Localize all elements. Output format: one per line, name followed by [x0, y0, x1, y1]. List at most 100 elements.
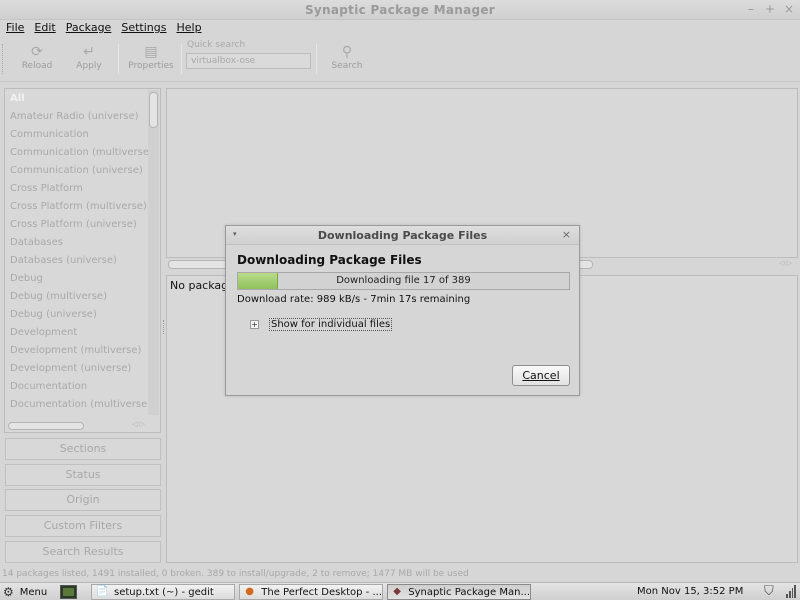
synaptic-window: Synaptic Package Manager – + × File Edit… — [0, 0, 800, 582]
toolbar-separator — [316, 44, 317, 74]
task-label: Synaptic Package Man... — [408, 586, 530, 598]
menu-settings[interactable]: Settings — [121, 20, 166, 36]
origin-button[interactable]: Origin — [5, 489, 161, 511]
signal-bar — [786, 594, 788, 598]
task-synaptic[interactable]: ◆ Synaptic Package Man... — [387, 584, 531, 600]
properties-label: Properties — [128, 61, 174, 71]
start-menu-button[interactable]: ⚙ Menu — [3, 584, 47, 600]
start-menu-label: Menu — [19, 586, 48, 598]
category-item[interactable]: Cross Platform (multiverse) — [6, 198, 149, 216]
minimize-button[interactable]: – — [746, 2, 756, 16]
signal-bar — [791, 588, 794, 598]
category-item[interactable]: Development (multiverse) — [6, 342, 149, 360]
menu-help-label: Help — [176, 21, 202, 34]
sections-button[interactable]: Sections — [5, 438, 161, 460]
clock[interactable]: Mon Nov 15, 3:52 PM — [637, 586, 743, 597]
category-item[interactable]: Cross Platform (universe) — [6, 216, 149, 234]
status-button[interactable]: Status — [5, 464, 161, 486]
category-item[interactable]: Documentation — [6, 378, 149, 396]
reload-button[interactable]: ⟳ Reload — [16, 43, 58, 79]
menu-help[interactable]: Help — [176, 20, 201, 36]
toolbar-grip[interactable] — [2, 44, 5, 74]
toolbar-separator — [181, 44, 182, 74]
category-list: All Amateur Radio (universe) Communication… — [4, 88, 161, 433]
category-item[interactable]: All — [6, 90, 149, 108]
network-signal-icon[interactable] — [786, 585, 796, 598]
firefox-icon: ● — [245, 586, 254, 597]
download-rate-text: Download rate: 989 kB/s - 7min 17s remai… — [237, 294, 471, 305]
task-label: The Perfect Desktop - ... — [261, 586, 382, 598]
menu-package-label: Package — [65, 21, 112, 34]
category-item[interactable]: Communication — [6, 126, 149, 144]
task-gedit[interactable]: 📄 setup.txt (~) - gedit — [91, 584, 235, 600]
text-editor-icon: 📄 — [96, 586, 109, 597]
task-label: setup.txt (~) - gedit — [114, 586, 214, 598]
signal-bar — [788, 591, 791, 598]
scroll-arrows-icon[interactable]: ◁ ▷ — [779, 259, 792, 267]
expander-plus-icon[interactable]: + — [250, 320, 259, 329]
download-dialog: ▾ Downloading Package Files × Downloadin… — [225, 225, 580, 396]
custom-filters-button[interactable]: Custom Filters — [5, 515, 161, 537]
individual-files-expander[interactable]: + Show for individual files — [250, 318, 393, 331]
apply-label: Apply — [76, 61, 102, 71]
expander-label[interactable]: Show for individual files — [269, 318, 393, 331]
category-item[interactable]: Communication (universe) — [6, 162, 149, 180]
menu-package[interactable]: Package — [66, 20, 112, 36]
dialog-close-button[interactable]: × — [562, 228, 571, 241]
search-label: Search — [331, 61, 363, 71]
window-title: Synaptic Package Manager — [304, 3, 496, 17]
signal-bar — [794, 585, 796, 598]
menu-file[interactable]: File — [6, 20, 24, 36]
category-item[interactable]: Databases — [6, 234, 149, 252]
download-progress-bar: Downloading file 17 of 389 — [237, 272, 570, 290]
window-controls: – + × — [746, 2, 794, 16]
task-firefox[interactable]: ● The Perfect Desktop - ... — [239, 584, 383, 600]
taskbar: ⚙ Menu 📄 setup.txt (~) - gedit ● The Per… — [0, 582, 800, 600]
category-item[interactable]: Debug — [6, 270, 149, 288]
reload-label: Reload — [21, 61, 53, 71]
close-window-button[interactable]: × — [784, 2, 794, 16]
category-item[interactable]: Databases (universe) — [6, 252, 149, 270]
progress-text: Downloading file 17 of 389 — [336, 275, 471, 286]
scrollbar-thumb[interactable] — [8, 422, 84, 430]
terminal-launcher-icon[interactable] — [60, 585, 77, 599]
dialog-heading: Downloading Package Files — [237, 253, 422, 267]
reload-icon: ⟳ — [31, 44, 43, 60]
search-button[interactable]: ⚲ Search — [326, 43, 368, 79]
category-vertical-scrollbar[interactable] — [148, 90, 159, 415]
menu-edit[interactable]: Edit — [34, 20, 55, 36]
category-item[interactable]: Development (universe) — [6, 360, 149, 378]
title-bar: Synaptic Package Manager – + × — [0, 0, 800, 20]
quick-search-label: Quick search — [187, 40, 246, 50]
quick-search-input[interactable] — [186, 53, 311, 69]
scrollbar-thumb[interactable] — [149, 92, 158, 128]
menu-edit-label: Edit — [34, 21, 56, 34]
category-item[interactable]: Cross Platform — [6, 180, 149, 198]
properties-button[interactable]: ▤ Properties — [126, 43, 176, 79]
search-icon: ⚲ — [341, 44, 353, 60]
dialog-title: Downloading Package Files — [317, 229, 488, 242]
cancel-label: Cancel — [522, 369, 560, 382]
category-horizontal-scrollbar[interactable]: ◁ ▷ — [6, 420, 149, 431]
status-bar: 14 packages listed, 1491 installed, 0 br… — [2, 569, 469, 579]
scroll-arrows-icon[interactable]: ◁ ▷ — [132, 420, 145, 428]
category-item[interactable]: Debug (universe) — [6, 306, 149, 324]
gear-icon: ⚙ — [3, 585, 14, 599]
category-item[interactable]: Amateur Radio (universe) — [6, 108, 149, 126]
category-item[interactable]: Debug (multiverse) — [6, 288, 149, 306]
menu-settings-label: Settings — [121, 21, 167, 34]
pane-splitter[interactable] — [163, 320, 165, 334]
toolbar-separator — [118, 44, 119, 74]
category-item[interactable]: Communication (multiverse) — [6, 144, 153, 162]
synaptic-icon: ◆ — [393, 586, 401, 597]
menu-bar: File Edit Package Settings Help — [0, 20, 800, 36]
search-results-button[interactable]: Search Results — [5, 541, 161, 563]
category-item[interactable]: Documentation (multiverse) — [6, 396, 151, 414]
shield-icon[interactable]: ⛉ — [764, 584, 774, 599]
apply-icon: ↵ — [83, 44, 95, 60]
category-items: All Amateur Radio (universe) Communication… — [6, 90, 153, 414]
category-item[interactable]: Development — [6, 324, 149, 342]
apply-button[interactable]: ↵ Apply — [70, 43, 108, 79]
cancel-button[interactable]: Cancel — [512, 365, 570, 386]
maximize-button[interactable]: + — [765, 2, 775, 16]
